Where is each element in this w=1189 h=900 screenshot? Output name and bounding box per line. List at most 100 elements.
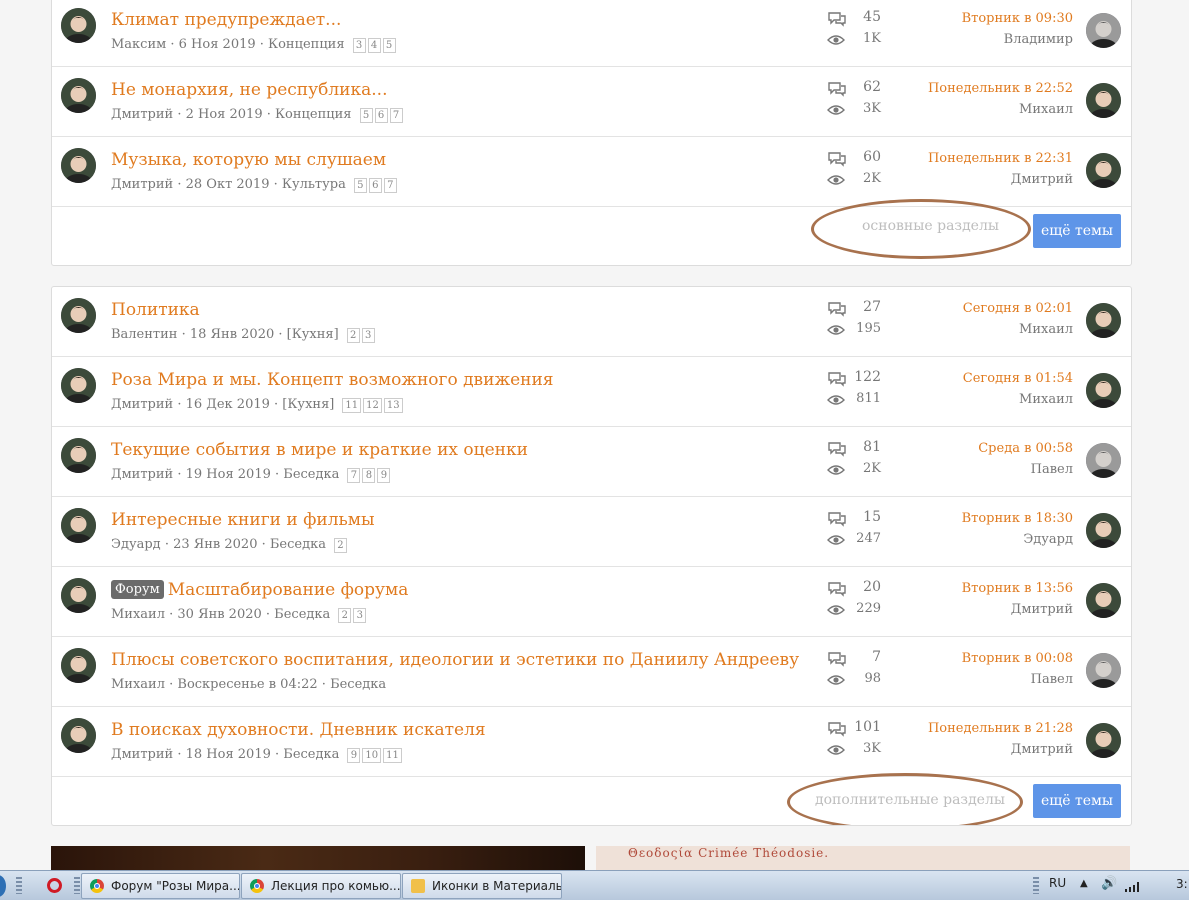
thread-author[interactable]: Эдуард [111, 537, 161, 552]
last-post-user[interactable]: Михаил [928, 102, 1073, 117]
last-post-user[interactable]: Павел [962, 672, 1073, 687]
page-link[interactable]: 2 [338, 608, 352, 623]
thread-title-link[interactable]: Не монархия, не республика... [111, 80, 387, 100]
last-poster-avatar[interactable] [1086, 83, 1121, 118]
thread-author[interactable]: Дмитрий [111, 107, 173, 122]
page-link[interactable]: 11 [342, 398, 362, 413]
last-post-date[interactable]: Понедельник в 22:31 [928, 151, 1073, 166]
thread-author[interactable]: Дмитрий [111, 397, 173, 412]
thread-title-link[interactable]: Интересные книги и фильмы [111, 510, 375, 530]
last-post-user[interactable]: Михаил [963, 322, 1073, 337]
last-post-user[interactable]: Павел [978, 462, 1073, 477]
banner-image-right[interactable]: Θεοδοςία Crimée Théodosie. [596, 846, 1130, 870]
thread-author[interactable]: Максим [111, 37, 166, 52]
last-post-user[interactable]: Дмитрий [928, 172, 1073, 187]
thread-forum[interactable]: Культура [282, 177, 346, 192]
taskbar-window-button[interactable]: Форум "Розы Мира... [81, 873, 240, 899]
thread-author[interactable]: Дмитрий [111, 177, 173, 192]
thread-start-date[interactable]: 30 Янв 2020 [177, 607, 261, 622]
thread-forum[interactable]: Беседка [270, 537, 326, 552]
thread-start-date[interactable]: 23 Янв 2020 [173, 537, 257, 552]
thread-start-date[interactable]: 18 Ноя 2019 [186, 747, 271, 762]
thread-start-date[interactable]: 16 Дек 2019 [186, 397, 270, 412]
author-avatar[interactable] [61, 148, 96, 183]
last-post-user[interactable]: Дмитрий [928, 742, 1073, 757]
taskbar-window-button[interactable]: Иконки в Материалы [402, 873, 562, 899]
signal-icon[interactable] [1124, 880, 1142, 892]
author-avatar[interactable] [61, 298, 96, 333]
thread-forum[interactable]: Беседка [283, 467, 339, 482]
thread-start-date[interactable]: 19 Ноя 2019 [186, 467, 271, 482]
thread-title-link[interactable]: Климат предупреждает... [111, 10, 341, 30]
page-link[interactable]: 9 [377, 468, 391, 483]
last-post-date[interactable]: Вторник в 00:08 [962, 651, 1073, 666]
last-post-date[interactable]: Вторник в 09:30 [962, 11, 1073, 26]
page-link[interactable]: 11 [383, 748, 402, 763]
page-link[interactable]: 13 [383, 398, 403, 413]
start-button[interactable] [0, 875, 6, 897]
last-poster-avatar[interactable] [1086, 443, 1121, 478]
last-post-user[interactable]: Михаил [963, 392, 1073, 407]
more-threads-button[interactable]: ещё темы [1033, 214, 1121, 248]
last-post-user[interactable]: Владимир [962, 32, 1073, 47]
last-post-user[interactable]: Эдуард [962, 532, 1073, 547]
page-link[interactable]: 10 [362, 748, 382, 763]
last-poster-avatar[interactable] [1086, 583, 1121, 618]
thread-title-link[interactable]: Роза Мира и мы. Концепт возможного движе… [111, 370, 554, 390]
last-poster-avatar[interactable] [1086, 373, 1121, 408]
author-avatar[interactable] [61, 78, 96, 113]
tray-up-arrow-icon[interactable]: ▲ [1080, 878, 1088, 889]
thread-author[interactable]: Дмитрий [111, 747, 173, 762]
author-avatar[interactable] [61, 368, 96, 403]
author-avatar[interactable] [61, 648, 96, 683]
thread-title-link[interactable]: Музыка, которую мы слушаем [111, 150, 386, 170]
page-link[interactable]: 7 [383, 178, 397, 193]
page-link[interactable]: 6 [374, 108, 388, 123]
page-link[interactable]: 7 [389, 108, 403, 123]
thread-author[interactable]: Михаил [111, 607, 165, 622]
taskbar-window-button[interactable]: Лекция про комью... [241, 873, 401, 899]
page-link[interactable]: 12 [363, 398, 382, 413]
last-post-date[interactable]: Вторник в 18:30 [962, 511, 1073, 526]
author-avatar[interactable] [61, 438, 96, 473]
thread-prefix-badge[interactable]: Форум [111, 580, 164, 599]
thread-title-link[interactable]: Плюсы советского воспитания, идеологии и… [111, 650, 799, 670]
author-avatar[interactable] [61, 8, 96, 43]
thread-forum[interactable]: [Кухня] [282, 397, 334, 412]
page-link[interactable]: 7 [347, 468, 361, 483]
last-poster-avatar[interactable] [1086, 303, 1121, 338]
thread-start-date[interactable]: 6 Ноя 2019 [179, 37, 256, 52]
last-post-date[interactable]: Понедельник в 22:52 [928, 81, 1073, 96]
thread-title-link[interactable]: Текущие события в мире и краткие их оцен… [111, 440, 528, 460]
page-link[interactable]: 3 [361, 328, 375, 343]
thread-forum[interactable]: [Кухня] [287, 327, 339, 342]
more-threads-button[interactable]: ещё темы [1033, 784, 1121, 818]
thread-author[interactable]: Валентин [111, 327, 177, 342]
last-poster-avatar[interactable] [1086, 723, 1121, 758]
page-link[interactable]: 9 [347, 748, 361, 763]
page-link[interactable]: 8 [362, 468, 376, 483]
last-post-date[interactable]: Понедельник в 21:28 [928, 721, 1073, 736]
last-post-date[interactable]: Сегодня в 02:01 [963, 301, 1073, 316]
last-poster-avatar[interactable] [1086, 513, 1121, 548]
author-avatar[interactable] [61, 718, 96, 753]
thread-start-date[interactable]: 18 Янв 2020 [190, 327, 274, 342]
page-link[interactable]: 3 [353, 608, 367, 623]
last-post-user[interactable]: Дмитрий [962, 602, 1073, 617]
thread-title-link[interactable]: Масштабирование форума [168, 580, 409, 600]
thread-author[interactable]: Дмитрий [111, 467, 173, 482]
page-link[interactable]: 6 [368, 178, 382, 193]
last-poster-avatar[interactable] [1086, 653, 1121, 688]
thread-forum[interactable]: Беседка [330, 677, 386, 692]
opera-icon[interactable] [47, 878, 62, 893]
page-link[interactable]: 5 [353, 178, 367, 193]
page-link[interactable]: 4 [367, 38, 381, 53]
page-link[interactable]: 5 [359, 108, 373, 123]
thread-start-date[interactable]: 2 Ноя 2019 [186, 107, 263, 122]
last-post-date[interactable]: Сегодня в 01:54 [963, 371, 1073, 386]
page-link[interactable]: 2 [333, 538, 347, 553]
author-avatar[interactable] [61, 578, 96, 613]
last-post-date[interactable]: Вторник в 13:56 [962, 581, 1073, 596]
thread-forum[interactable]: Концепция [275, 107, 352, 122]
page-link[interactable]: 5 [382, 38, 396, 53]
